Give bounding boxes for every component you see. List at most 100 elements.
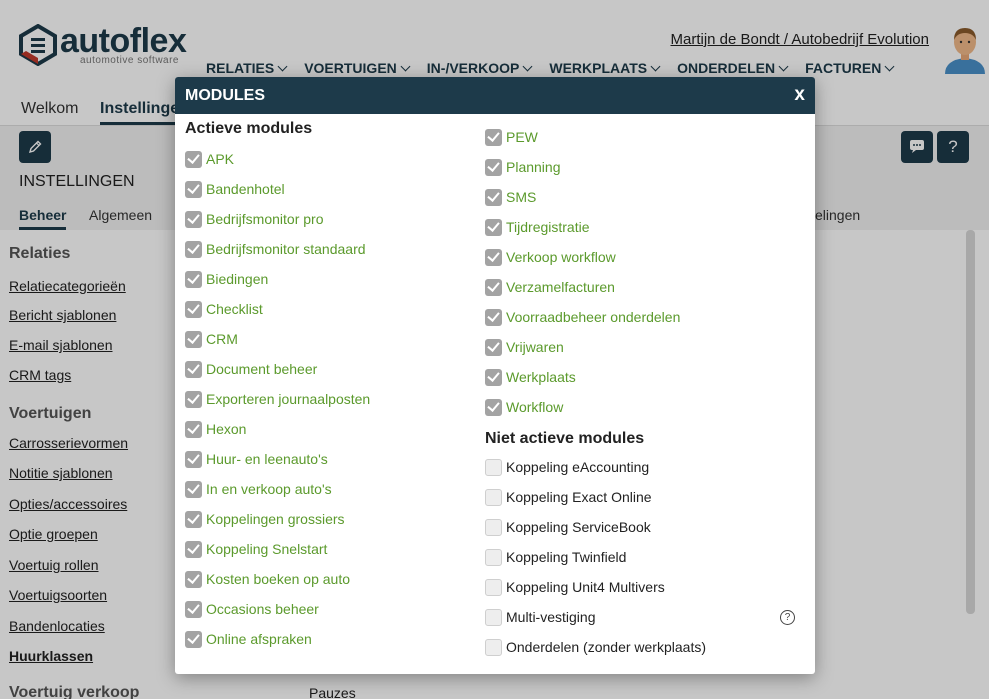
inactive-module-item[interactable]: Koppeling Exact Online [485,482,805,512]
module-label[interactable]: Voorraadbeheer onderdelen [506,309,680,325]
module-checkbox-checked[interactable] [485,188,502,206]
module-checkbox-checked[interactable] [185,270,202,288]
module-label[interactable]: Koppeling Unit4 Multivers [506,579,665,595]
module-checkbox-unchecked[interactable] [485,548,502,566]
module-checkbox-unchecked[interactable] [485,458,502,476]
module-label[interactable]: Exporteren journaalposten [206,391,370,407]
module-label[interactable]: Occasions beheer [206,601,319,617]
module-checkbox-checked[interactable] [485,158,502,176]
module-checkbox-checked[interactable] [485,248,502,266]
active-module-item[interactable]: Verzamelfacturen [485,272,805,302]
active-module-item[interactable]: Bandenhotel [185,174,475,204]
module-label[interactable]: Koppeling eAccounting [506,459,649,475]
module-checkbox-checked[interactable] [185,510,202,528]
module-checkbox-checked[interactable] [185,420,202,438]
module-label[interactable]: Werkplaats [506,369,576,385]
module-checkbox-unchecked[interactable] [485,518,502,536]
module-checkbox-checked[interactable] [485,398,502,416]
module-label[interactable]: Hexon [206,421,246,437]
active-module-item[interactable]: Biedingen [185,264,475,294]
active-module-item[interactable]: Online afspraken [185,624,475,654]
active-module-item[interactable]: Voorraadbeheer onderdelen [485,302,805,332]
module-checkbox-checked[interactable] [485,278,502,296]
module-checkbox-unchecked[interactable] [485,488,502,506]
module-label[interactable]: Koppelingen grossiers [206,511,345,527]
module-label[interactable]: In en verkoop auto's [206,481,332,497]
inactive-module-item[interactable]: Onderdelen (zonder werkplaats) [485,632,805,662]
module-checkbox-checked[interactable] [485,368,502,386]
module-checkbox-checked[interactable] [185,630,202,648]
module-label[interactable]: Vrijwaren [506,339,564,355]
module-checkbox-checked[interactable] [185,300,202,318]
module-label[interactable]: Multi-vestiging [506,609,595,625]
active-module-item[interactable]: Occasions beheer [185,594,475,624]
active-module-item[interactable]: Huur- en leenauto's [185,444,475,474]
module-label[interactable]: Onderdelen (zonder werkplaats) [506,639,706,655]
module-label[interactable]: Workflow [506,399,563,415]
active-module-item[interactable]: Checklist [185,294,475,324]
module-label[interactable]: Koppeling Snelstart [206,541,327,557]
module-label[interactable]: Verkoop workflow [506,249,616,265]
module-label[interactable]: Koppeling ServiceBook [506,519,651,535]
module-label[interactable]: Online afspraken [206,631,312,647]
module-checkbox-checked[interactable] [485,218,502,236]
inactive-module-item[interactable]: Koppeling ServiceBook [485,512,805,542]
active-module-item[interactable]: Werkplaats [485,362,805,392]
module-label[interactable]: Koppeling Exact Online [506,489,652,505]
module-checkbox-checked[interactable] [185,180,202,198]
active-module-item[interactable]: In en verkoop auto's [185,474,475,504]
module-label[interactable]: Bedrijfsmonitor standaard [206,241,366,257]
module-label[interactable]: CRM [206,331,238,347]
module-checkbox-checked[interactable] [485,338,502,356]
module-checkbox-checked[interactable] [185,240,202,258]
close-button[interactable]: x [794,84,805,106]
inactive-module-item[interactable]: Koppeling Unit4 Multivers [485,572,805,602]
module-checkbox-checked[interactable] [185,330,202,348]
module-checkbox-checked[interactable] [485,128,502,146]
module-label[interactable]: PEW [506,129,538,145]
module-label[interactable]: Document beheer [206,361,317,377]
module-label[interactable]: Verzamelfacturen [506,279,615,295]
module-label[interactable]: Tijdregistratie [506,219,590,235]
active-module-item[interactable]: Exporteren journaalposten [185,384,475,414]
active-module-item[interactable]: Koppelingen grossiers [185,504,475,534]
module-checkbox-checked[interactable] [185,600,202,618]
active-module-item[interactable]: SMS [485,182,805,212]
active-module-item[interactable]: Koppeling Snelstart [185,534,475,564]
module-checkbox-unchecked[interactable] [485,578,502,596]
module-checkbox-checked[interactable] [185,150,202,168]
active-module-item[interactable]: Vrijwaren [485,332,805,362]
module-checkbox-checked[interactable] [185,450,202,468]
module-checkbox-checked[interactable] [185,570,202,588]
active-module-item[interactable]: PEW [485,122,805,152]
module-checkbox-unchecked[interactable] [485,638,502,656]
module-label[interactable]: Koppeling Twinfield [506,549,626,565]
module-label[interactable]: Planning [506,159,561,175]
active-module-item[interactable]: Kosten boeken op auto [185,564,475,594]
module-label[interactable]: Bandenhotel [206,181,285,197]
active-module-item[interactable]: Verkoop workflow [485,242,805,272]
module-label[interactable]: SMS [506,189,536,205]
module-checkbox-checked[interactable] [185,480,202,498]
module-checkbox-checked[interactable] [185,360,202,378]
module-checkbox-unchecked[interactable] [485,608,502,626]
module-label[interactable]: Kosten boeken op auto [206,571,350,587]
active-module-item[interactable]: Workflow [485,392,805,422]
active-module-item[interactable]: CRM [185,324,475,354]
active-module-item[interactable]: Hexon [185,414,475,444]
module-checkbox-checked[interactable] [185,210,202,228]
active-module-item[interactable]: Tijdregistratie [485,212,805,242]
info-icon[interactable]: ? [780,610,795,625]
module-checkbox-checked[interactable] [185,540,202,558]
module-label[interactable]: APK [206,151,234,167]
active-module-item[interactable]: Bedrijfsmonitor standaard [185,234,475,264]
module-checkbox-checked[interactable] [185,390,202,408]
module-label[interactable]: Biedingen [206,271,268,287]
module-checkbox-checked[interactable] [485,308,502,326]
module-label[interactable]: Huur- en leenauto's [206,451,328,467]
active-module-item[interactable]: Bedrijfsmonitor pro [185,204,475,234]
inactive-module-item[interactable]: Multi-vestiging? [485,602,805,632]
active-module-item[interactable]: Planning [485,152,805,182]
active-module-item[interactable]: Document beheer [185,354,475,384]
inactive-module-item[interactable]: Koppeling eAccounting [485,452,805,482]
